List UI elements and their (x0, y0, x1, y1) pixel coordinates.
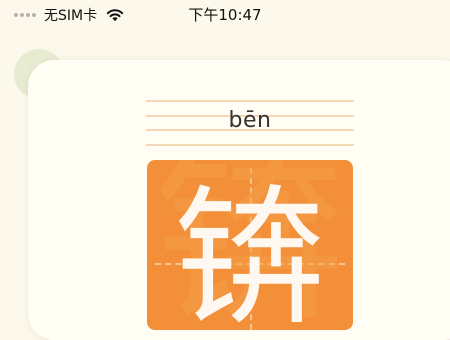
character-grid[interactable]: 锛 锛 (147, 160, 353, 330)
pinyin-label: bēn (228, 108, 272, 133)
hanzi-character: 锛 (174, 172, 325, 330)
status-time: 下午10:47 (188, 6, 262, 24)
status-bar: 无SIM卡 下午10:47 (0, 0, 450, 28)
